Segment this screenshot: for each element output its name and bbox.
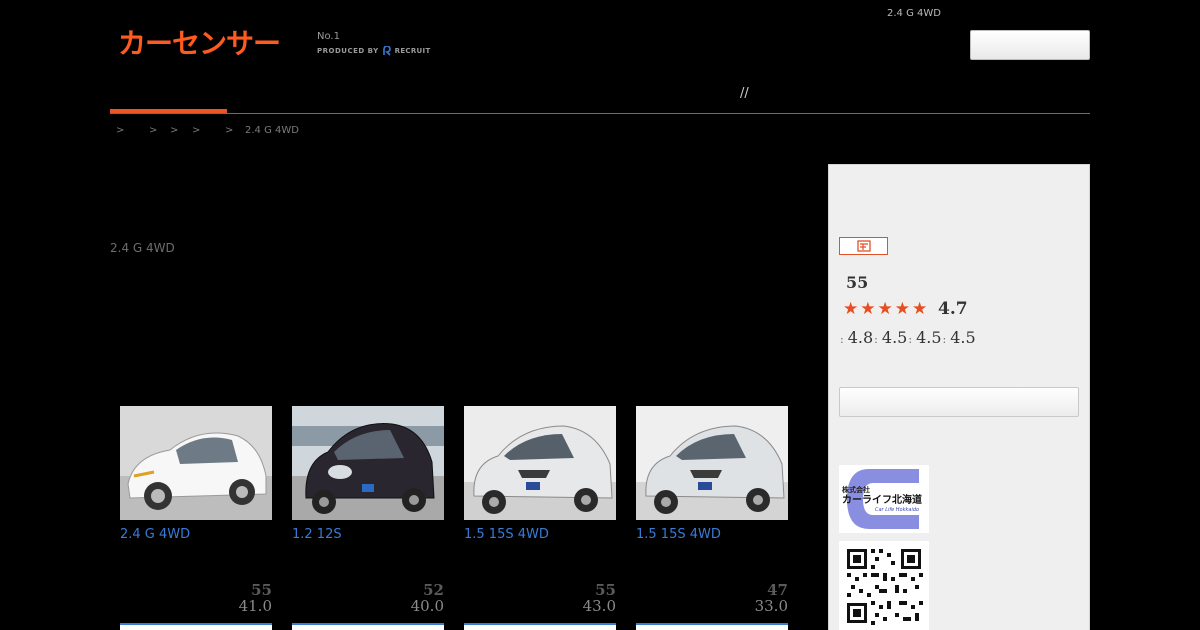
sub-rating-value: 4.5: [916, 328, 942, 347]
car-card[interactable]: 1.5 15S 4WD: [636, 406, 788, 543]
nav-active-tab-indicator[interactable]: [110, 109, 227, 113]
produced-by-recruit: PRODUCED BY RECRUIT: [317, 45, 431, 57]
qr-code-icon: [839, 541, 929, 630]
star-icon: ★: [894, 299, 910, 319]
star-icon: ★: [912, 299, 928, 319]
sub-rating-separator: :: [840, 333, 844, 346]
sub-rating-separator: :: [908, 333, 913, 346]
sub-rating-value: 4.5: [950, 328, 976, 347]
car-card-meta: 52 40.0: [292, 582, 444, 614]
star-icon: ★: [843, 299, 859, 319]
sub-rating-separator: :: [874, 333, 878, 346]
silver-hatchback-photo: [464, 406, 616, 520]
dark-compact-car-photo: [292, 406, 444, 520]
breadcrumb-separator: >: [116, 125, 125, 136]
silver-hatchback-photo: [636, 406, 788, 520]
shop-logo-line2: カーライフ北海道: [842, 493, 922, 506]
recruit-brand-text: RECRUIT: [394, 47, 431, 55]
page: カーセンサー No.1 PRODUCED BY RECRUIT 2.4 G 4W…: [0, 0, 1200, 630]
car-card-meta: 55 41.0: [120, 582, 272, 614]
car-price: 41.0: [238, 597, 272, 615]
produced-by-label: PRODUCED BY: [317, 47, 379, 55]
car-card[interactable]: 1.5 15S 4WD: [464, 406, 616, 543]
qr-code-image[interactable]: [839, 541, 929, 630]
car-title[interactable]: 1.5 15S 4WD: [636, 527, 788, 543]
car-card[interactable]: 2.4 G 4WD: [120, 406, 272, 543]
star-icon: ★: [877, 299, 893, 319]
shop-detail-button[interactable]: [839, 387, 1079, 417]
header-grade-text: 2.4 G 4WD: [887, 8, 941, 19]
sub-rating-value: 4.8: [847, 328, 874, 347]
star-rating: ★ ★ ★ ★ ★: [843, 300, 927, 318]
car-title[interactable]: 1.5 15S 4WD: [464, 527, 616, 543]
rating-total: 4.7: [938, 299, 968, 319]
car-card[interactable]: 1.2 12S: [292, 406, 444, 543]
car-review-score: 47: [767, 581, 788, 599]
recruit-logo-icon: [382, 46, 391, 56]
shop-logo-line3: Car Life Hokkaido: [875, 507, 919, 513]
tagline-no1: No.1: [317, 31, 340, 42]
car-review-score: 55: [595, 581, 616, 599]
car-card-meta: 47 33.0: [636, 582, 788, 614]
shop-logo-image[interactable]: 株式会社 カーライフ北海道 Car Life Hokkaido: [839, 465, 929, 533]
page-grade-text: 2.4 G 4WD: [110, 241, 175, 255]
breadcrumb-separator: >: [149, 125, 158, 136]
car-price: 40.0: [410, 597, 444, 615]
white-hatchback-photo: [120, 406, 272, 520]
shop-badge-icon: [856, 240, 871, 252]
car-title[interactable]: 2.4 G 4WD: [120, 527, 272, 543]
breadcrumb-separator: >: [225, 125, 234, 136]
car-card-photo-partial[interactable]: [292, 623, 444, 630]
breadcrumb-separator: >: [192, 125, 201, 136]
car-card-photo-partial[interactable]: [464, 623, 616, 630]
car-price: 43.0: [582, 597, 616, 615]
car-card-photo-partial[interactable]: [636, 623, 788, 630]
nav-underline: [110, 113, 1090, 114]
review-count: 55: [846, 273, 869, 292]
car-card-photo-partial[interactable]: [120, 623, 272, 630]
nav-separator: //: [740, 86, 749, 101]
car-life-hokkaido-logo: 株式会社 カーライフ北海道 Car Life Hokkaido: [842, 469, 922, 529]
car-review-score: 52: [423, 581, 444, 599]
breadcrumb-separator: >: [170, 125, 179, 136]
search-input[interactable]: [970, 30, 1090, 60]
sub-rating-separator: :: [942, 333, 947, 346]
carsensor-logo[interactable]: カーセンサー: [118, 26, 281, 62]
shop-badge: [839, 237, 888, 255]
sub-rating-value: 4.5: [881, 328, 908, 347]
car-price: 33.0: [754, 597, 788, 615]
sub-ratings: :4.8: 4.5: 4.5: 4.5: [840, 328, 977, 350]
star-icon: ★: [860, 299, 876, 319]
breadcrumb-current: 2.4 G 4WD: [245, 125, 299, 136]
car-title[interactable]: 1.2 12S: [292, 527, 444, 543]
car-review-score: 55: [251, 581, 272, 599]
car-card-meta: 55 43.0: [464, 582, 616, 614]
shop-logo-line1: 株式会社: [842, 485, 870, 494]
